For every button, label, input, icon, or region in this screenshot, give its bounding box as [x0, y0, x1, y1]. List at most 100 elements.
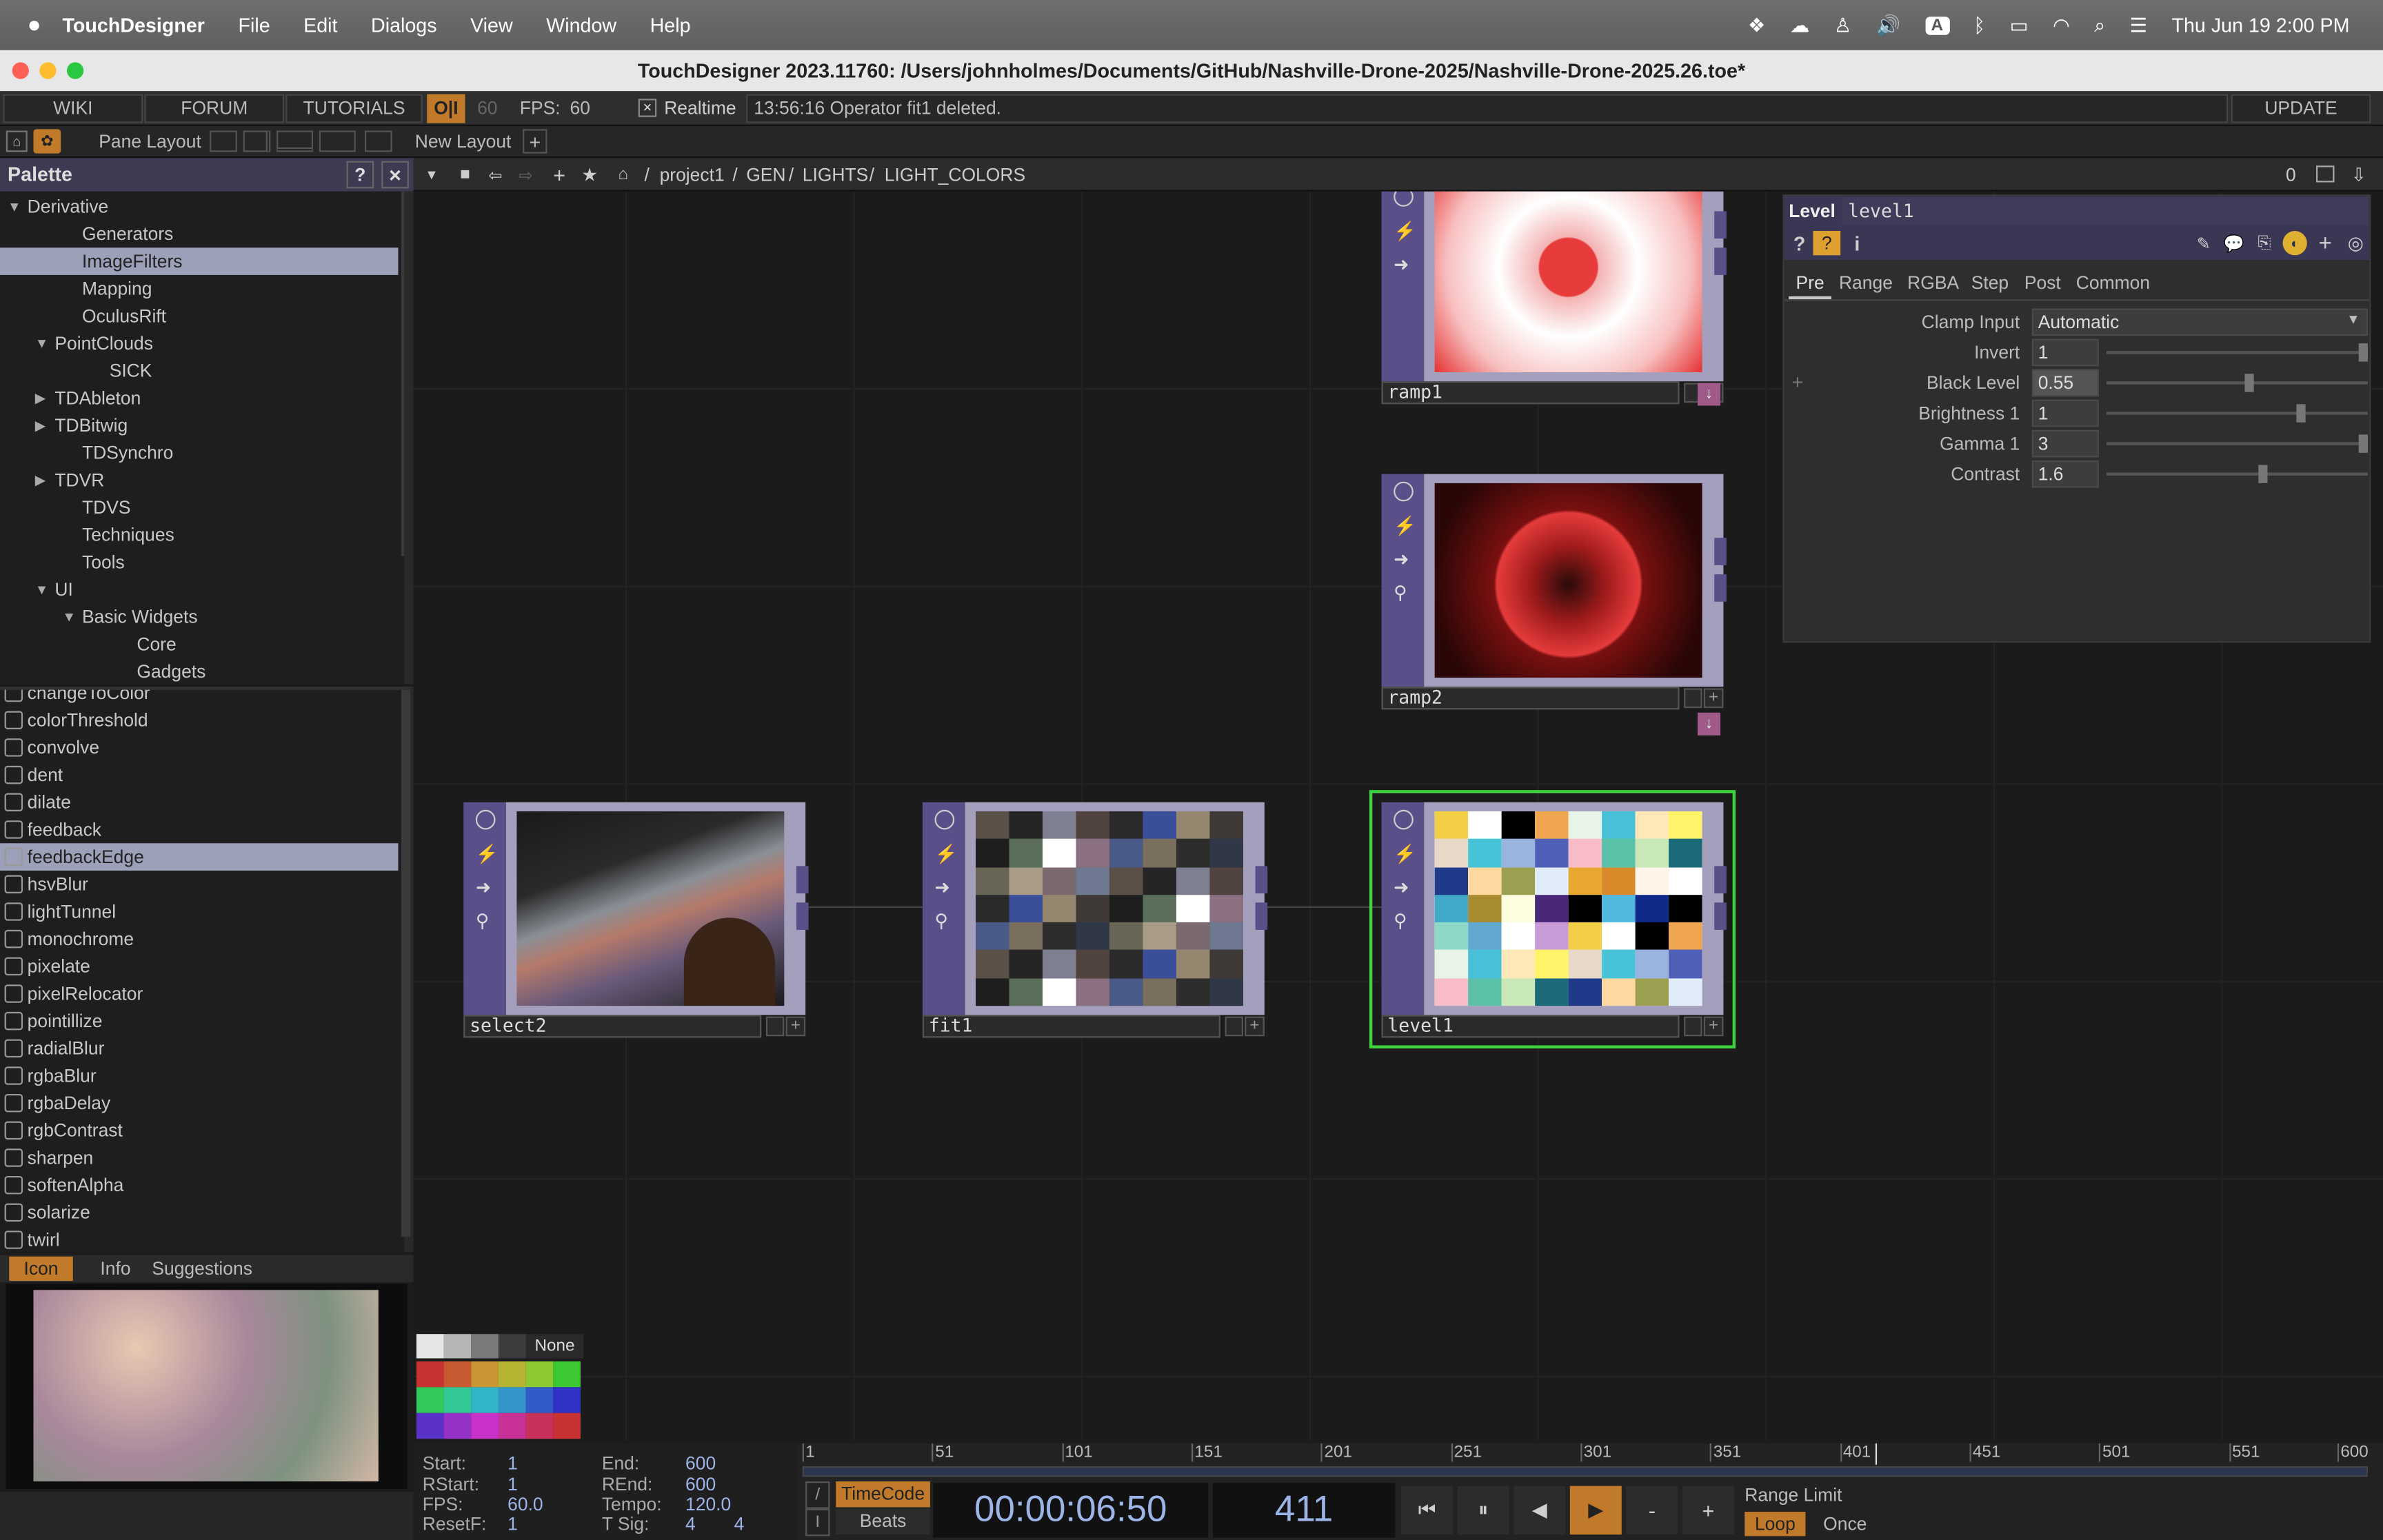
op-name-field[interactable]: level1 [1842, 197, 2368, 225]
search-icon[interactable]: ⌕ [2094, 13, 2105, 37]
playhead[interactable] [1875, 1443, 1878, 1465]
node-view-icon[interactable] [475, 809, 496, 830]
tutorials-button[interactable]: TUTORIALS [285, 94, 423, 123]
node-lock-icon[interactable]: ⚲ [1394, 582, 1414, 603]
palette-tree-item[interactable]: ImageFilters [0, 247, 399, 275]
invert-field[interactable]: 1 [2031, 338, 2099, 367]
tab-rgba[interactable]: RGBA [1907, 272, 1959, 294]
add-icon[interactable]: + [547, 163, 571, 187]
tempo-value[interactable]: 120.0 [685, 1494, 731, 1515]
color-swatch[interactable] [553, 1412, 581, 1439]
python-help-icon[interactable]: ? [1813, 231, 1841, 256]
step-plus-button[interactable]: + [1682, 1486, 1734, 1535]
control-center-icon[interactable]: ☰ [2130, 13, 2148, 37]
node-label-ramp1[interactable]: ramp1 [1381, 381, 1680, 405]
expand-icon[interactable]: + [1792, 371, 1804, 394]
node-view-icon[interactable] [934, 809, 955, 830]
rstart-value[interactable]: 1 [507, 1474, 518, 1495]
palette-tree-item[interactable]: Tools [0, 549, 398, 576]
end-value[interactable]: 600 [685, 1452, 716, 1474]
node-fit1[interactable]: ⚡ ➜ ⚲ fit1 + [922, 802, 1268, 1038]
color-swatch[interactable] [525, 1361, 554, 1388]
node-bypass-icon[interactable]: ⚡ [1394, 843, 1416, 864]
node-add-button[interactable]: + [1703, 1016, 1724, 1037]
once-button[interactable]: Once [1811, 1512, 1878, 1536]
forum-button[interactable]: FORUM [144, 94, 285, 123]
timeline-range-bar[interactable] [802, 1466, 2368, 1477]
chevron-right-icon[interactable]: ▶ [35, 412, 46, 439]
help-icon[interactable]: ? [1789, 231, 1810, 255]
fps-value[interactable]: 60.0 [507, 1494, 543, 1515]
palette-list-item[interactable]: radialBlur [0, 1035, 398, 1062]
breadcrumb-gen[interactable]: GEN [746, 164, 785, 185]
td-logo-icon[interactable]: ✿ [33, 129, 61, 154]
palette-list-item[interactable]: monochrome [0, 925, 398, 953]
node-label-ramp2[interactable]: ramp2 [1381, 687, 1680, 710]
frame-display[interactable]: 411 [1212, 1483, 1396, 1538]
palette-tree-item[interactable]: ▶ TDAbleton [0, 385, 398, 412]
breadcrumb-light-colors[interactable]: LIGHT_COLORS [885, 164, 1025, 185]
zoom-window-button[interactable] [66, 62, 84, 79]
color-none-button[interactable]: None [525, 1334, 584, 1359]
close-window-button[interactable] [12, 62, 29, 79]
menu-file[interactable]: File [238, 14, 270, 37]
slider-knob[interactable] [2244, 374, 2254, 392]
output-connector[interactable] [1714, 211, 1727, 239]
node-add-button[interactable]: + [1703, 688, 1724, 709]
palette-tree-item[interactable]: Core [0, 631, 398, 658]
black-level-field[interactable]: 0.55 [2031, 369, 2099, 397]
output-connector[interactable] [796, 902, 809, 930]
output-connector[interactable] [1255, 866, 1268, 894]
color-swatch[interactable] [498, 1412, 526, 1439]
palette-tree-item[interactable]: ▼ Basic Widgets [0, 603, 398, 631]
palette-list-item[interactable]: pixelate [0, 953, 398, 980]
home-icon[interactable]: ⌂ [6, 130, 28, 152]
node-cook-icon[interactable]: ➜ [935, 877, 955, 898]
step-minus-button[interactable]: - [1626, 1486, 1678, 1535]
color-swatch[interactable] [416, 1361, 444, 1388]
node-lock-icon[interactable]: ⚲ [935, 910, 955, 931]
app-menu[interactable]: TouchDesigner [63, 14, 205, 37]
color-swatch[interactable] [553, 1361, 581, 1388]
tab-post[interactable]: Post [2024, 272, 2061, 294]
breadcrumb-project1[interactable]: project1 [660, 164, 725, 185]
palette-list-item[interactable]: colorThreshold [0, 707, 398, 734]
palette-list-item[interactable]: dilate [0, 789, 398, 816]
input-source-icon[interactable]: A [1924, 16, 1949, 34]
palette-tree-item[interactable]: OculusRift [0, 303, 398, 330]
node-label-level1[interactable]: level1 [1381, 1015, 1680, 1038]
node-ramp2[interactable]: ⚡ ➜ ⚲ ramp2 + [1381, 474, 1727, 710]
chevron-down-icon[interactable]: ▼ [35, 576, 49, 603]
palette-tree-item[interactable]: Gadgets [0, 658, 398, 683]
palette-tree-item[interactable]: Mapping [0, 275, 398, 303]
new-layout-label[interactable]: New Layout [415, 131, 512, 152]
slider-knob[interactable] [2296, 404, 2306, 423]
palette-list-item[interactable]: convolve [0, 734, 398, 762]
node-view-icon[interactable] [1394, 809, 1414, 830]
battery-icon[interactable]: ▭ [2010, 13, 2029, 37]
network-menu-icon[interactable]: ▼ [419, 163, 443, 187]
node-bypass-icon[interactable]: ⚡ [476, 843, 499, 864]
palette-tree-item[interactable]: TDVS [0, 494, 398, 521]
slider-knob[interactable] [2258, 465, 2268, 483]
menu-edit[interactable]: Edit [303, 14, 337, 37]
target-icon[interactable]: ◎ [2344, 231, 2368, 255]
color-swatch[interactable] [498, 1334, 526, 1359]
brightness-slider[interactable] [2106, 412, 2368, 415]
palette-tree-item[interactable]: Generators [0, 221, 398, 248]
tab-range[interactable]: Range [1839, 272, 1893, 294]
color-swatch[interactable] [525, 1387, 554, 1413]
tsig-denominator[interactable]: 4 [734, 1513, 745, 1534]
chevron-down-icon[interactable]: ▼ [62, 603, 76, 631]
volume-icon[interactable]: 🔊 [1876, 13, 1901, 37]
menu-dialogs[interactable]: Dialogs [371, 14, 437, 37]
node-lock-icon[interactable]: ⚲ [476, 910, 496, 931]
loop-button[interactable]: Loop [1744, 1512, 1806, 1537]
tsig-numerator[interactable]: 4 [685, 1513, 696, 1534]
node-viewer-button[interactable] [1225, 1016, 1243, 1037]
creative-cloud-icon[interactable]: ☁ [1790, 13, 1810, 37]
color-swatch[interactable] [416, 1334, 444, 1359]
node-label-fit1[interactable]: fit1 [922, 1015, 1220, 1038]
palette-tree-scrollbar[interactable] [401, 191, 405, 556]
realtime-checkbox[interactable]: × [638, 99, 657, 117]
